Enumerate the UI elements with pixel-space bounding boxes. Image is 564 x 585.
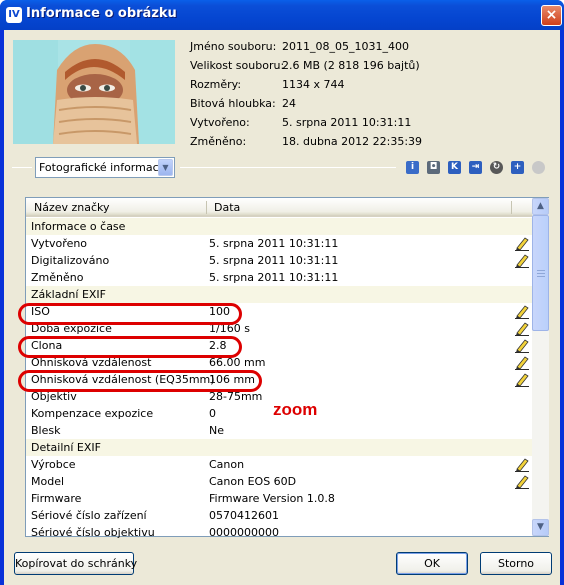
image-thumbnail [13, 40, 175, 144]
close-button[interactable]: × [541, 5, 562, 26]
table-row[interactable]: Výrobce Canon [26, 456, 532, 473]
table-row[interactable]: Změněno 5. srpna 2011 10:31:11 [26, 269, 532, 286]
scroll-down-button[interactable]: ▼ [532, 519, 549, 536]
tag-value-cell: Ne [209, 424, 224, 437]
disabled-dot-icon [532, 161, 545, 174]
info-value: 24 [282, 97, 296, 110]
edit-pencil-icon[interactable] [514, 372, 530, 387]
tag-value-cell: 5. srpna 2011 10:31:11 [209, 237, 339, 250]
table-row[interactable]: Vytvořeno 5. srpna 2011 10:31:11 [26, 235, 532, 252]
grip-line [537, 276, 545, 277]
column-header-data[interactable]: Data [214, 201, 240, 214]
scrollbar-thumb[interactable] [532, 215, 549, 331]
tag-name-cell: Sériové číslo zařízení [31, 509, 147, 522]
table-row[interactable]: Digitalizováno 5. srpna 2011 10:31:11 [26, 252, 532, 269]
annotation-zoom-label: zoom [273, 400, 318, 419]
annotation-ring-aperture [18, 336, 242, 358]
dialog-client: Jméno souboru: 2011_08_05_1031_400 Velik… [4, 30, 560, 585]
info-type-select-value: Fotografické informace [39, 161, 166, 174]
table-header: Název značky Data [26, 198, 532, 217]
info-value: 2011_08_05_1031_400 [282, 40, 409, 53]
title-bar[interactable]: IV Informace o obrázku × [0, 0, 564, 30]
info-label: Velikost souboru: [190, 59, 285, 72]
edit-pencil-icon[interactable] [514, 236, 530, 251]
tag-name-cell: Kompenzace expozice [31, 407, 154, 420]
tag-name-cell: Změněno [31, 271, 84, 284]
table-row[interactable]: Model Canon EOS 60D [26, 473, 532, 490]
edit-pencil-icon[interactable] [514, 304, 530, 319]
annotation-ring-iso [18, 303, 242, 325]
export-icon[interactable]: ⇥ [469, 161, 482, 174]
section-title: Informace o čase [31, 220, 126, 233]
table-row[interactable]: Sériové číslo zařízení 0570412601 [26, 507, 532, 524]
annotation-ring-focal-eq35 [18, 370, 262, 392]
info-label: Jméno souboru: [190, 40, 277, 53]
grip-line [537, 273, 545, 274]
vertical-scrollbar[interactable]: ▲ ▼ [532, 198, 549, 536]
info-label: Rozměry: [190, 78, 242, 91]
tag-value-cell: Firmware Version 1.0.8 [209, 492, 335, 505]
tag-name-cell: Sériové číslo objektivu [31, 526, 155, 539]
tag-name-cell: Vytvořeno [31, 237, 88, 250]
metadata-table: Název značky Data Informace o čase Vytvoř… [25, 197, 549, 539]
tag-name-cell: Model [31, 475, 65, 488]
dialog-window: IV Informace o obrázku × Jméno souboru: … [0, 0, 564, 585]
tag-name-cell: Digitalizováno [31, 254, 110, 267]
info-label: Bitová hloubka: [190, 97, 276, 110]
tag-name-cell: Blesk [31, 424, 61, 437]
table-row[interactable]: Sériové číslo objektivu 0000000000 [26, 524, 532, 541]
scroll-up-button[interactable]: ▲ [532, 198, 549, 215]
tag-value-cell: 0570412601 [209, 509, 279, 522]
info-label: Vytvořeno: [190, 116, 250, 129]
info-value: 1134 x 744 [282, 78, 345, 91]
tag-value-cell: Canon EOS 60D [209, 475, 297, 488]
column-divider[interactable] [511, 201, 512, 214]
cancel-button[interactable]: Storno [480, 552, 552, 575]
iptc-icon[interactable]: K [448, 161, 461, 174]
info-label: Změněno: [190, 135, 247, 148]
table-row[interactable]: Firmware Firmware Version 1.0.8 [26, 490, 532, 507]
section-row[interactable]: Detailní EXIF [26, 439, 532, 456]
edit-pencil-icon[interactable] [514, 474, 530, 489]
info-value: 2.6 MB (2 818 196 bajtů) [282, 59, 420, 72]
tag-value-cell: 0000000000 [209, 526, 279, 539]
info-value: 18. dubna 2012 22:35:39 [282, 135, 423, 148]
column-header-name[interactable]: Název značky [34, 201, 110, 214]
info-value: 5. srpna 2011 10:31:11 [282, 116, 412, 129]
info-type-select[interactable]: Fotografické informace ▼ [35, 157, 175, 178]
separator-line [12, 167, 32, 168]
edit-pencil-icon[interactable] [514, 253, 530, 268]
portrait-thumbnail-image [13, 40, 175, 144]
edit-pencil-icon[interactable] [514, 355, 530, 370]
tag-value-cell: 5. srpna 2011 10:31:11 [209, 271, 339, 284]
edit-pencil-icon[interactable] [514, 338, 530, 353]
refresh-icon[interactable]: ↻ [490, 161, 503, 174]
section-row[interactable]: Informace o čase [26, 218, 532, 235]
copy-to-clipboard-button[interactable]: Kopírovat do schránky [14, 552, 137, 575]
column-divider[interactable] [206, 201, 207, 214]
edit-pencil-icon[interactable] [514, 457, 530, 472]
info-icon[interactable]: i [406, 161, 419, 174]
separator-line [180, 167, 396, 168]
section-row[interactable]: Základní EXIF [26, 286, 532, 303]
edit-pencil-icon[interactable] [514, 321, 530, 336]
camera-icon[interactable]: ◘ [427, 161, 440, 174]
table-row[interactable]: Blesk Ne [26, 422, 532, 439]
add-icon[interactable]: + [511, 161, 524, 174]
chevron-down-icon[interactable]: ▼ [158, 159, 173, 176]
tag-value-cell: 0 [209, 407, 216, 420]
tag-name-cell: Firmware [31, 492, 82, 505]
tag-value-cell: Canon [209, 458, 245, 471]
window-title: Informace o obrázku [26, 6, 177, 21]
section-title: Detailní EXIF [31, 441, 101, 454]
grip-line [537, 270, 545, 271]
tag-name-cell: Výrobce [31, 458, 76, 471]
ok-button[interactable]: OK [396, 552, 468, 575]
app-icon: IV [6, 7, 22, 23]
tag-value-cell: 5. srpna 2011 10:31:11 [209, 254, 339, 267]
section-title: Základní EXIF [31, 288, 107, 301]
